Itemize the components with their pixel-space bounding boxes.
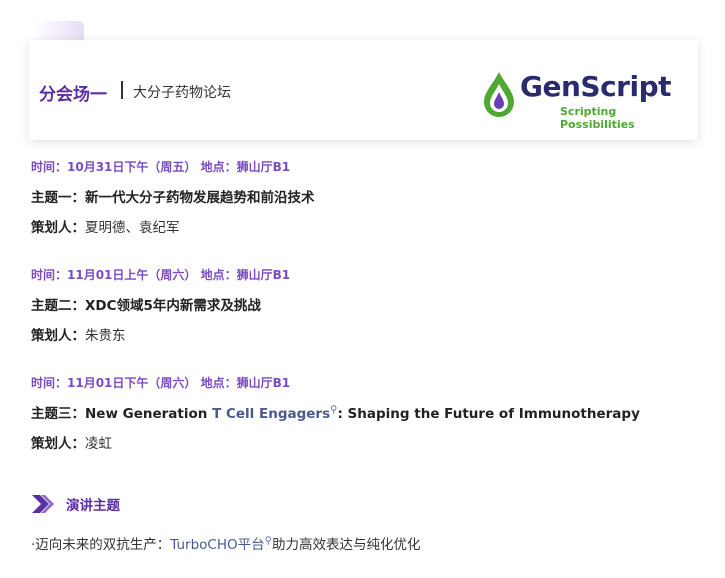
venue-divider — [121, 81, 123, 99]
logo-wordmark: GenScript — [520, 70, 672, 103]
session-curator: 策划人：夏明德、袁纪军 — [31, 216, 315, 236]
speech-section-heading: 演讲主题 — [32, 494, 120, 514]
topic-prefix: 主题一： — [31, 190, 85, 206]
session-curator: 策划人：凌虹 — [31, 432, 640, 452]
curator-names: 夏明德、袁纪军 — [85, 220, 180, 236]
session-time: 时间：11月01日下午（周六） 地点：狮山厅B1 — [31, 376, 291, 390]
topic-text-after: : Shaping the Future of Immunotherapy — [337, 406, 640, 422]
double-chevron-icon — [32, 495, 54, 513]
topic-prefix: 主题三： — [31, 406, 85, 422]
session-curator: 策划人：朱贵东 — [31, 324, 290, 344]
session-topic: 主题一：新一代大分子药物发展趋势和前沿技术 — [31, 186, 315, 206]
search-icon[interactable]: ⚲ — [265, 536, 272, 547]
talk-suffix: 助力高效表达与纯化优化 — [271, 537, 421, 553]
session-topic: 主题三：New Generation T Cell Engagers⚲: Sha… — [31, 402, 640, 423]
topic-text: XDC领域5年内新需求及挑战 — [85, 298, 261, 314]
curator-label: 策划人： — [31, 220, 85, 236]
venue-subtitle: 大分子药物论坛 — [133, 85, 231, 101]
curator-label: 策划人： — [31, 328, 85, 344]
venue-title: 分会场一 — [39, 85, 107, 105]
logo-tagline: Scripting Possibilities — [560, 105, 635, 131]
session-time: 时间：10月31日下午（周五） 地点：狮山厅B1 — [31, 160, 291, 174]
curator-names: 凌虹 — [85, 436, 112, 452]
curator-label: 策划人： — [31, 436, 85, 452]
drop-logo-icon — [484, 72, 514, 117]
session-3: 时间：11月01日下午（周六） 地点：狮山厅B1 主题三：New Generat… — [31, 374, 640, 452]
genscript-logo: GenScript Scripting Possibilities — [481, 70, 681, 131]
session-topic: 主题二：XDC领域5年内新需求及挑战 — [31, 294, 290, 314]
topic-keyword-link[interactable]: T Cell Engagers — [212, 406, 330, 422]
venue-header-card: 分会场一 大分子药物论坛 GenScript Scripting Possibi… — [29, 40, 698, 140]
curator-names: 朱贵东 — [85, 328, 126, 344]
session-2: 时间：11月01日上午（周六） 地点：狮山厅B1 主题二：XDC领域5年内新需求… — [31, 266, 290, 344]
topic-text-before: New Generation — [85, 406, 213, 422]
topic-text: 新一代大分子药物发展趋势和前沿技术 — [85, 190, 315, 206]
session-time: 时间：11月01日上午（周六） 地点：狮山厅B1 — [31, 268, 291, 282]
session-1: 时间：10月31日下午（周五） 地点：狮山厅B1 主题一：新一代大分子药物发展趋… — [31, 158, 315, 236]
section-title: 演讲主题 — [66, 498, 120, 514]
talk-item: ·迈向未来的双抗生产：TurboCHO平台⚲助力高效表达与纯化优化 — [31, 533, 421, 554]
topic-prefix: 主题二： — [31, 298, 85, 314]
talk-keyword-link[interactable]: TurboCHO平台 — [170, 537, 264, 553]
talk-prefix: ·迈向未来的双抗生产： — [31, 537, 171, 553]
